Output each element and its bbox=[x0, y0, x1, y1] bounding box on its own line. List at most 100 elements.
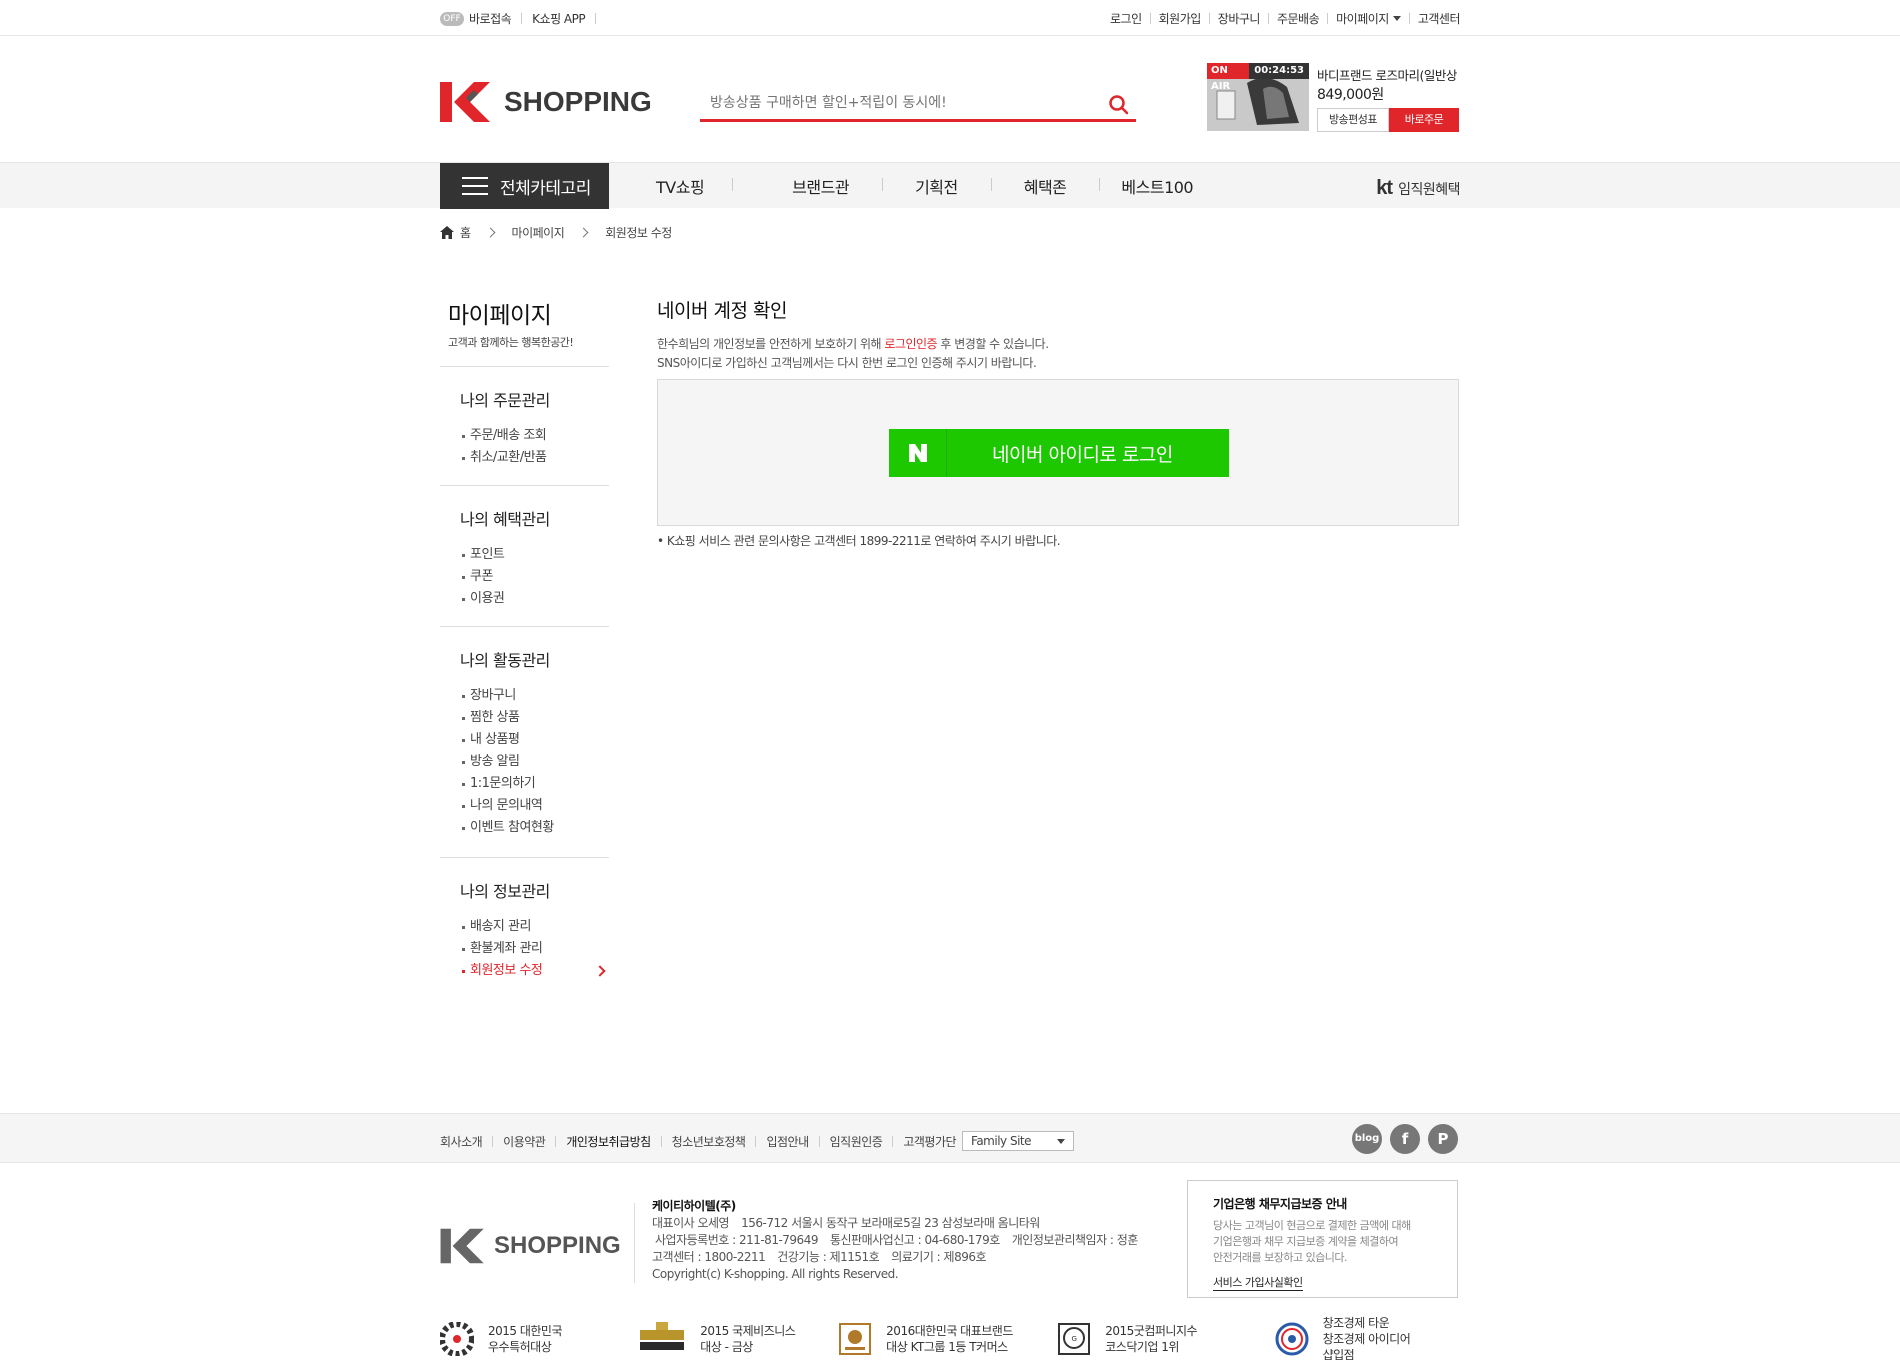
sidebar-item-coupon[interactable]: 쿠폰 bbox=[460, 566, 609, 588]
home-icon[interactable] bbox=[440, 226, 454, 239]
footer-link-employee[interactable]: 임직원인증 bbox=[830, 1133, 883, 1150]
schedule-button[interactable]: 방송편성표 bbox=[1317, 108, 1389, 132]
signup-link[interactable]: 회원가입 bbox=[1159, 10, 1202, 27]
description: 한수희님의 개인정보를 안전하게 보호하기 위해 로그인인증 후 변경할 수 있… bbox=[657, 335, 1459, 373]
family-site-select[interactable]: Family Site bbox=[962, 1131, 1075, 1151]
gnb-brand[interactable]: 브랜드관 bbox=[732, 174, 882, 198]
facebook-icon[interactable]: f bbox=[1390, 1124, 1420, 1154]
blog-icon[interactable]: blog bbox=[1352, 1124, 1382, 1154]
breadcrumb-home[interactable]: 홈 bbox=[460, 224, 471, 241]
gnb-tv-shopping[interactable]: TV쇼핑 bbox=[609, 174, 732, 198]
search-bar bbox=[700, 88, 1136, 122]
master-brand-icon bbox=[839, 1323, 872, 1355]
chevron-right-icon bbox=[578, 227, 589, 238]
divider bbox=[1408, 13, 1410, 24]
footer-link-privacy[interactable]: 개인정보취급방침 bbox=[566, 1133, 651, 1150]
sidebar-item-point[interactable]: 포인트 bbox=[460, 544, 609, 566]
sidebar-title: 마이페이지 bbox=[448, 303, 552, 329]
sidebar-item-cancel-return[interactable]: 취소/교환/반품 bbox=[460, 447, 609, 469]
stevie-award-icon bbox=[640, 1322, 685, 1350]
kt-employee-link[interactable]: kt 임직원혜택 bbox=[1376, 177, 1460, 200]
global-nav: 전체카테고리 TV쇼핑 브랜드관 기획전 혜택존 베스트100 kt 임직원혜택 bbox=[0, 162, 1900, 209]
business-number: 사업자등록번호 : 211-81-79649 bbox=[655, 1233, 818, 1247]
chevron-down-icon[interactable] bbox=[1392, 16, 1401, 21]
award-line: 대상 - 금상 bbox=[700, 1340, 753, 1354]
award-line: 2015 국제비즈니스 bbox=[700, 1324, 796, 1338]
util-left: OFF 바로접속 K쇼핑 APP bbox=[440, 10, 606, 27]
sidebar-group-title: 나의 정보관리 bbox=[460, 882, 550, 901]
chevron-right-icon bbox=[485, 227, 495, 238]
footer-link-youth[interactable]: 청소년보호정책 bbox=[672, 1133, 746, 1150]
ecommerce-report: 통신판매사업신고 : 04-680-179호 bbox=[829, 1233, 1000, 1247]
naver-login-button[interactable]: 네이버 아이디로 로그인 bbox=[889, 429, 1229, 477]
divider bbox=[1149, 13, 1151, 24]
cart-link[interactable]: 장바구니 bbox=[1218, 10, 1261, 27]
sidebar-item-shipping-address[interactable]: 배송지 관리 bbox=[460, 916, 609, 938]
order-delivery-link[interactable]: 주문배송 bbox=[1277, 10, 1320, 27]
util-right: 로그인 회원가입 장바구니 주문배송 마이페이지 고객센터 bbox=[1110, 10, 1461, 27]
sidebar-item-refund-account[interactable]: 환불계좌 관리 bbox=[460, 938, 609, 960]
award-item: 창조경제 타운 창조경제 아이디어샵입점 bbox=[1275, 1315, 1420, 1363]
description-text: 후 변경할 수 있습니다. bbox=[937, 337, 1049, 351]
footer-link-company[interactable]: 회사소개 bbox=[440, 1133, 483, 1150]
guarantee-title: 기업은행 채무지급보증 안내 bbox=[1213, 1197, 1347, 1211]
gnb-benefit[interactable]: 혜택존 bbox=[990, 174, 1100, 198]
sidebar-group-benefit: 나의 혜택관리 포인트 쿠폰 이용권 bbox=[440, 486, 609, 626]
buy-now-button[interactable]: 바로주문 bbox=[1389, 108, 1459, 132]
sidebar-item-event-participation[interactable]: 이벤트 참여현황 bbox=[460, 817, 609, 839]
on-air-price: 849,000원 bbox=[1317, 87, 1384, 103]
on-air-product-title[interactable]: 바디프랜드 로즈마리(일반상... bbox=[1317, 65, 1457, 84]
footer-link-evaluation[interactable]: 고객평가단 bbox=[903, 1133, 956, 1150]
sidebar-item-edit-profile[interactable]: 회원정보 수정 bbox=[460, 960, 609, 982]
sidebar-item-inquiry[interactable]: 1:1문의하기 bbox=[460, 773, 609, 795]
gnb-special[interactable]: 기획전 bbox=[882, 174, 991, 198]
on-air-thumbnail[interactable]: ON AIR 00:24:53 bbox=[1207, 63, 1309, 131]
company-info: 케이티하이텔(주) 대표이사 오세영 156-712 서울시 동작구 보라매로5길… bbox=[652, 1198, 1150, 1283]
all-category-button[interactable]: 전체카테고리 bbox=[440, 163, 609, 209]
health-license: 건강기능 : 제1151호 bbox=[777, 1250, 880, 1264]
app-link[interactable]: K쇼핑 APP bbox=[532, 10, 585, 27]
breadcrumb-mypage[interactable]: 마이페이지 bbox=[512, 224, 565, 241]
search-icon[interactable] bbox=[1108, 94, 1130, 116]
sidebar-item-my-reviews[interactable]: 내 상품평 bbox=[460, 729, 609, 751]
creative-economy-icon bbox=[1275, 1322, 1309, 1356]
sidebar-item-cart[interactable]: 장바구니 bbox=[460, 685, 609, 707]
sidebar-group-title: 나의 주문관리 bbox=[460, 391, 550, 410]
direct-access-toggle[interactable]: OFF bbox=[440, 11, 464, 26]
sidebar-item-broadcast-alert[interactable]: 방송 알림 bbox=[460, 751, 609, 773]
sidebar-item-order-lookup[interactable]: 주문/배송 조회 bbox=[460, 425, 609, 447]
sidebar-item-my-inquiries[interactable]: 나의 문의내역 bbox=[460, 795, 609, 817]
sidebar-item-wishlist[interactable]: 찜한 상품 bbox=[460, 707, 609, 729]
sidebar-subtitle: 고객과 함께하는 행복한공간! bbox=[448, 336, 574, 349]
divider bbox=[660, 1135, 662, 1147]
search-input[interactable] bbox=[700, 88, 1090, 118]
divider bbox=[521, 13, 523, 24]
site-logo[interactable]: SHOPPING bbox=[440, 80, 652, 124]
sidebar-item-voucher[interactable]: 이용권 bbox=[460, 588, 609, 610]
all-category-label: 전체카테고리 bbox=[500, 178, 591, 199]
award-item: 2015 대한민국 우수특허대상 bbox=[440, 1315, 598, 1363]
pinterest-icon[interactable]: P bbox=[1428, 1124, 1458, 1154]
divider bbox=[1327, 13, 1329, 24]
company-info-line: 대표이사 오세영 156-712 서울시 동작구 보라매로5길 23 삼성보라매 … bbox=[652, 1215, 1150, 1232]
sidebar-item-label: 회원정보 수정 bbox=[470, 963, 543, 978]
customer-center-link[interactable]: 고객센터 bbox=[1418, 10, 1461, 27]
guarantee-text: 안전거래를 보장하고 있습니다. bbox=[1213, 1251, 1348, 1264]
gnb-best100[interactable]: 베스트100 bbox=[1099, 174, 1221, 198]
award-item: G 2015굿컴퍼니지수 코스닥기업 1위 bbox=[1057, 1315, 1234, 1363]
sidebar-group-title: 나의 활동관리 bbox=[460, 651, 550, 670]
guarantee-confirm-link[interactable]: 서비스 가입사실확인 bbox=[1213, 1274, 1303, 1291]
patent-award-icon bbox=[440, 1322, 474, 1356]
award-line: 창조경제 아이디어샵입점 bbox=[1322, 1332, 1411, 1362]
naver-login-box: 네이버 아이디로 로그인 bbox=[657, 379, 1459, 526]
divider bbox=[1208, 13, 1210, 24]
footer-link-partner[interactable]: 입점안내 bbox=[766, 1133, 809, 1150]
sidebar-group-info: 나의 정보관리 배송지 관리 환불계좌 관리 회원정보 수정 bbox=[440, 858, 609, 982]
guarantee-text: 기업은행과 채무 지급보증 계약을 체결하여 bbox=[1213, 1235, 1399, 1248]
direct-access-label[interactable]: 바로접속 bbox=[469, 10, 512, 27]
gnb-menu: TV쇼핑 브랜드관 기획전 혜택존 베스트100 bbox=[609, 163, 1221, 209]
mypage-link[interactable]: 마이페이지 bbox=[1336, 10, 1389, 27]
footer-link-terms[interactable]: 이용약관 bbox=[503, 1133, 546, 1150]
divider bbox=[755, 1135, 757, 1147]
login-link[interactable]: 로그인 bbox=[1110, 10, 1142, 27]
